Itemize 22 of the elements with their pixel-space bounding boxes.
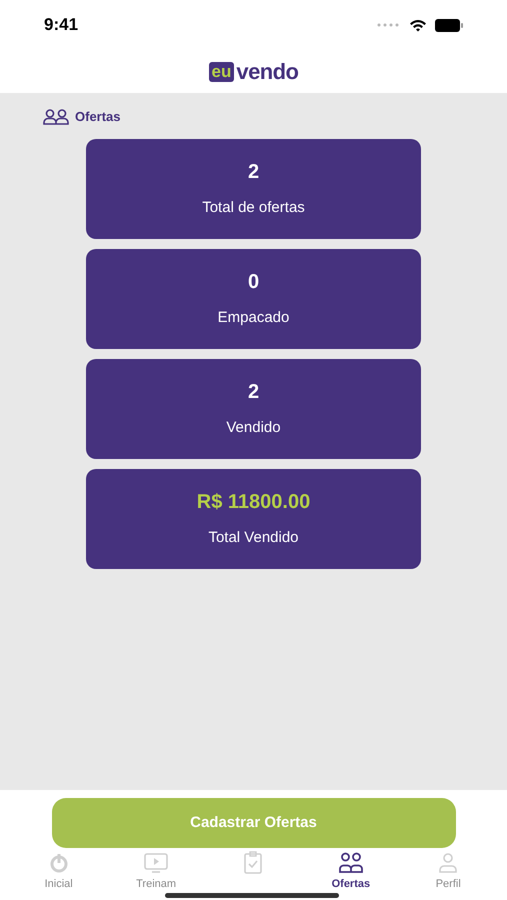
signal-icon <box>377 23 401 27</box>
stat-label: Vendido <box>226 418 281 438</box>
status-time: 9:41 <box>44 14 78 36</box>
stat-label: Total de ofertas <box>202 198 305 218</box>
wifi-icon <box>409 18 427 32</box>
tab-item[interactable]: Inicial <box>18 851 99 892</box>
stat-label: Empacado <box>218 308 290 328</box>
stat-value: 0 <box>248 270 260 296</box>
people-icon <box>43 108 69 125</box>
tab-item[interactable]: Ofertas <box>310 851 391 892</box>
stat-value: 2 <box>248 380 260 406</box>
tab-item[interactable]: Treinam <box>116 851 196 892</box>
people-icon <box>338 851 364 875</box>
logo: eu vendo <box>208 60 298 82</box>
stat-label: Total Vendido <box>208 528 299 548</box>
tab-item[interactable]: Perfil <box>408 851 488 892</box>
battery-icon <box>435 18 463 32</box>
stat-value: R$ 11800.00 <box>196 490 310 516</box>
register-offers-button[interactable]: Cadastrar Ofertas <box>52 798 456 848</box>
section-title: Ofertas <box>75 108 121 126</box>
stat-value: 2 <box>248 160 260 186</box>
video-icon <box>143 851 170 875</box>
